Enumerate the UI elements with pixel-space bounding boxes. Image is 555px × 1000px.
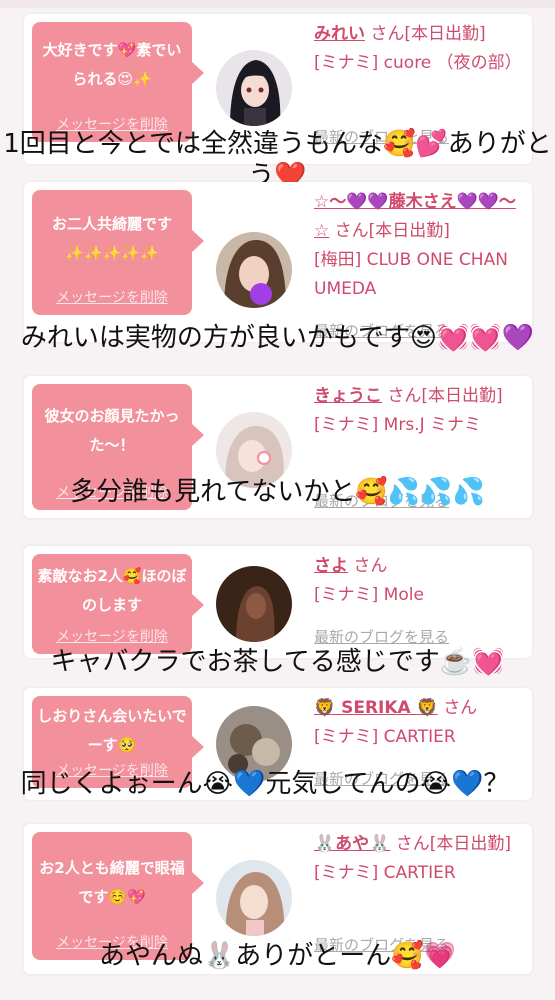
- cast-shop: [ミナミ] CARTIER: [314, 727, 456, 747]
- cast-status: さん[本日出勤]: [395, 834, 512, 854]
- avatar[interactable]: [216, 860, 292, 936]
- cast-status: さん[本日出勤]: [334, 221, 450, 241]
- cast-name-link[interactable]: みれい: [314, 24, 365, 44]
- latest-blog-link[interactable]: 最新のブログを見る: [314, 626, 449, 647]
- avatar[interactable]: [216, 50, 292, 126]
- avatar[interactable]: [216, 232, 292, 308]
- message-bubble: 大好きです💖素でいられる😍✨ メッセージを削除: [32, 22, 204, 142]
- message-bubble: お二人共綺麗です✨✨✨✨✨ メッセージを削除: [32, 190, 204, 315]
- message-card: 素敵なお2人🥰ほのぼのします メッセージを削除 さよ さん [ミナミ] Mole…: [24, 546, 532, 658]
- cast-name-link[interactable]: さよ: [314, 556, 348, 576]
- avatar[interactable]: [216, 566, 292, 642]
- message-text: お2人とも綺麗で眼福です☺️💖: [39, 859, 185, 906]
- cast-info: みれい さん[本日出勤] [ミナミ] cuore （夜の部）: [314, 20, 522, 78]
- message-text: 素敵なお2人🥰ほのぼのします: [37, 567, 187, 614]
- message-bubble: 素敵なお2人🥰ほのぼのします メッセージを削除: [32, 554, 204, 654]
- cast-info: さよ さん [ミナミ] Mole: [314, 552, 518, 610]
- overlay-comment: 同じくよぉーん😭💙元気してんの😭💙？: [20, 769, 510, 799]
- overlay-comment: キャバクラでお茶してる感じです☕️💓: [50, 647, 505, 677]
- overlay-comment: あやんぬ🐰ありがとーん🥰💗: [98, 941, 457, 971]
- overlay-comment: みれいは実物の方が良いかもです😍💓💓💜: [20, 323, 535, 353]
- message-text: 大好きです💖素でいられる😍✨: [42, 41, 182, 88]
- cast-shop: [ミナミ] cuore （夜の部）: [314, 53, 522, 73]
- cast-status: さん[本日出勤]: [370, 24, 486, 44]
- cast-info: 🐰あや🐰 さん[本日出勤] [ミナミ] CARTIER: [314, 830, 518, 888]
- cast-info: ☆〜💜💜藤木さえ💜💜〜☆ さん[本日出勤] [梅田] CLUB ONE CHAN…: [314, 188, 518, 304]
- overlay-comment: 多分誰も見れてないかと🥰💦💦💦: [70, 477, 485, 507]
- cast-name-link[interactable]: きょうこ: [314, 386, 382, 406]
- delete-message-link[interactable]: メッセージを削除: [32, 287, 192, 307]
- cast-info: 🦁 SERIKA 🦁 さん [ミナミ] CARTIER: [314, 694, 518, 752]
- cast-name-link[interactable]: 🐰あや🐰: [314, 834, 390, 854]
- cast-name-link[interactable]: 🦁 SERIKA 🦁: [314, 698, 438, 718]
- cast-info: きょうこ さん[本日出勤] [ミナミ] Mrs.J ミナミ: [314, 382, 518, 440]
- avatar-photo-icon: [216, 232, 292, 308]
- avatar-photo-icon: [216, 860, 292, 936]
- top-strip: [0, 0, 555, 8]
- cast-status: さん: [443, 698, 478, 718]
- avatar-photo-icon: [216, 566, 292, 642]
- message-card: お二人共綺麗です✨✨✨✨✨ メッセージを削除 ☆〜💜💜藤木さえ💜💜〜☆ さん[本…: [24, 182, 532, 342]
- cast-shop: [ミナミ] Mrs.J ミナミ: [314, 415, 482, 435]
- message-text: 彼女のお顔見たかった〜！: [44, 407, 180, 454]
- cast-shop: [ミナミ] Mole: [314, 585, 424, 605]
- delete-message-link[interactable]: メッセージを削除: [32, 626, 192, 646]
- message-text: お二人共綺麗です✨✨✨✨✨: [51, 215, 172, 262]
- cast-status: さん: [353, 556, 388, 576]
- cast-shop: [ミナミ] CARTIER: [314, 863, 456, 883]
- cast-status: さん[本日出勤]: [387, 386, 503, 406]
- message-text: しおりさん会いたいでーす🥺: [37, 707, 187, 754]
- cast-shop: [梅田] CLUB ONE CHAN UMEDA: [314, 250, 508, 299]
- avatar-photo-icon: [216, 50, 292, 126]
